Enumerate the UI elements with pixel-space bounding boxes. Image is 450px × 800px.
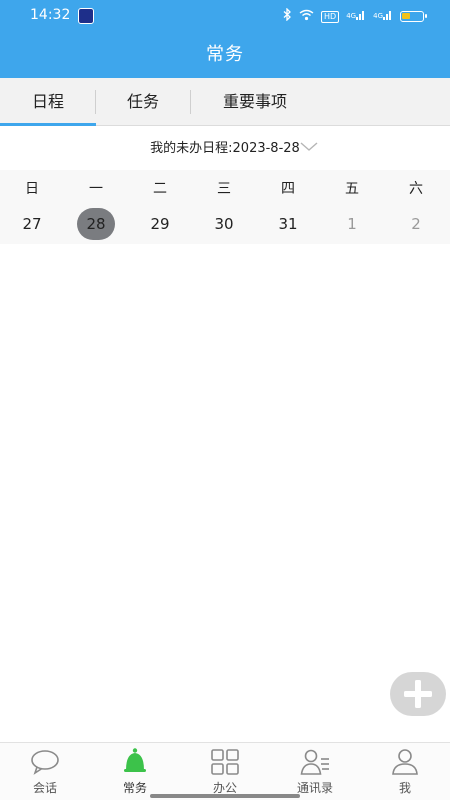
wifi-icon bbox=[299, 9, 314, 25]
battery-level bbox=[402, 13, 410, 19]
calendar-day[interactable]: 29 bbox=[128, 208, 192, 240]
nav-item-affairs[interactable]: 常务 bbox=[90, 743, 180, 800]
status-bar: 14:32 HD 4G 4G bbox=[0, 0, 450, 32]
app-notification-icon bbox=[78, 8, 94, 24]
nav-label: 会话 bbox=[32, 781, 57, 795]
weekday-label: 日 bbox=[25, 181, 39, 197]
week-calendar: 日 一 二 三 四 五 六 27 28 29 30 31 1 2 bbox=[0, 170, 450, 244]
home-indicator[interactable] bbox=[150, 794, 300, 798]
battery-icon bbox=[400, 11, 427, 22]
bottom-nav: 会话 常务 办公 通讯录 我 bbox=[0, 742, 450, 800]
chat-bubble-icon bbox=[31, 750, 59, 775]
calendar-day-number: 27 bbox=[22, 215, 42, 233]
weekday-label: 四 bbox=[281, 181, 295, 197]
signal-icon: 4G bbox=[346, 9, 366, 24]
tab-bar: 日程 任务 重要事项 bbox=[0, 78, 450, 126]
schedule-date-selector[interactable]: 我的未办日程:2023-8-28 bbox=[0, 126, 450, 170]
page-title: 常务 bbox=[206, 44, 244, 65]
plus-icon bbox=[404, 680, 432, 708]
calendar-day-number: 29 bbox=[150, 215, 170, 233]
calendar-day-number: 30 bbox=[214, 215, 234, 233]
tab-tasks[interactable]: 任务 bbox=[96, 78, 190, 126]
calendar-day-number: 2 bbox=[411, 215, 421, 233]
calendar-day[interactable]: 1 bbox=[320, 208, 384, 240]
weekday-label: 一 bbox=[89, 181, 103, 197]
nav-item-chat[interactable]: 会话 bbox=[0, 743, 90, 800]
schedule-label: 我的未办日程:2023-8-28 bbox=[150, 141, 300, 156]
nav-label: 我 bbox=[398, 781, 411, 795]
bell-icon bbox=[124, 748, 146, 772]
tab-important[interactable]: 重要事项 bbox=[190, 78, 320, 126]
status-icons: HD 4G 4G bbox=[283, 7, 427, 25]
calendar-day[interactable]: 27 bbox=[0, 208, 64, 240]
nav-item-contacts[interactable]: 通讯录 bbox=[270, 743, 360, 800]
chevron-down-icon[interactable] bbox=[300, 142, 318, 152]
weekday-label: 五 bbox=[345, 181, 359, 197]
calendar-day[interactable]: 2 bbox=[384, 208, 448, 240]
grid-icon bbox=[211, 749, 239, 775]
bluetooth-icon bbox=[283, 7, 292, 25]
weekday-label: 二 bbox=[153, 181, 167, 197]
calendar-day-selected[interactable]: 28 bbox=[64, 208, 128, 240]
calendar-day[interactable]: 30 bbox=[192, 208, 256, 240]
calendar-day-number: 28 bbox=[77, 208, 115, 240]
weekday-label: 六 bbox=[409, 181, 423, 197]
nav-item-me[interactable]: 我 bbox=[360, 743, 450, 800]
signal-icon-2: 4G bbox=[373, 9, 393, 24]
add-schedule-button[interactable] bbox=[390, 672, 446, 716]
calendar-day-number: 31 bbox=[278, 215, 298, 233]
person-icon bbox=[392, 749, 418, 775]
hd-badge: HD bbox=[321, 10, 340, 23]
weekday-label: 三 bbox=[217, 181, 231, 197]
calendar-day-number: 1 bbox=[347, 215, 357, 233]
tab-schedule[interactable]: 日程 bbox=[0, 78, 96, 126]
status-time: 14:32 bbox=[30, 7, 71, 23]
contacts-icon bbox=[300, 749, 329, 775]
calendar-day[interactable]: 31 bbox=[256, 208, 320, 240]
header: 常务 bbox=[0, 32, 450, 78]
nav-item-office[interactable]: 办公 bbox=[180, 743, 270, 800]
